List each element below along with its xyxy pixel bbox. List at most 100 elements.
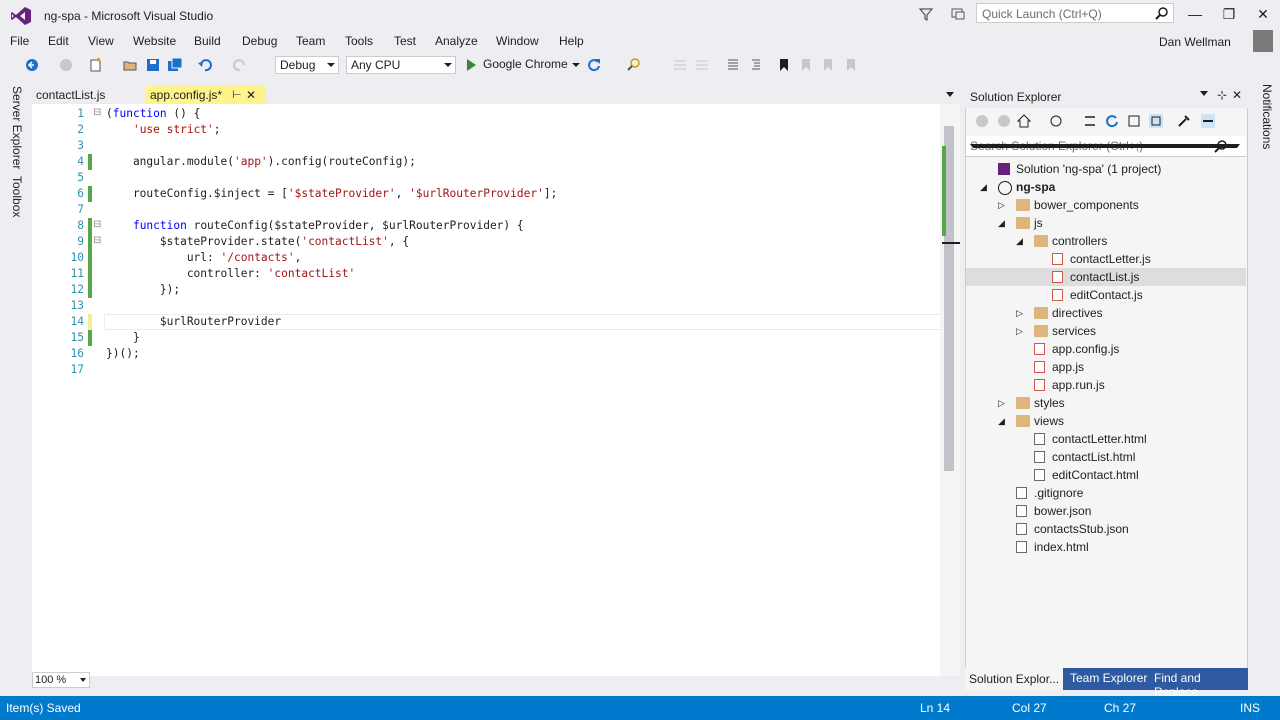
- back-icon[interactable]: [974, 113, 990, 129]
- indent-icon[interactable]: [746, 57, 762, 73]
- code-line[interactable]: 9 $stateProvider.state('contactList', {: [32, 234, 942, 250]
- code-line[interactable]: 12 });: [32, 282, 942, 298]
- minimize-icon[interactable]: —: [1184, 6, 1206, 22]
- code-line[interactable]: 10 url: '/contacts',: [32, 250, 942, 266]
- code-line[interactable]: 15 }: [32, 330, 942, 346]
- code-line[interactable]: 17: [32, 362, 942, 378]
- tree-item[interactable]: editContact.html: [966, 466, 1246, 484]
- close-tab-icon[interactable]: ✕: [246, 86, 256, 104]
- menu-help[interactable]: Help: [559, 34, 584, 48]
- outline-collapse-icon[interactable]: ⊟: [93, 107, 101, 118]
- toolbox-tab[interactable]: Toolbox: [10, 176, 24, 217]
- code-line[interactable]: 4 angular.module('app').config(routeConf…: [32, 154, 942, 170]
- tree-item[interactable]: contactsStub.json: [966, 520, 1246, 538]
- server-explorer-tab[interactable]: Server Explorer: [10, 86, 24, 169]
- tab-overflow-icon[interactable]: [946, 92, 954, 97]
- tree-item[interactable]: index.html: [966, 538, 1246, 556]
- code-line[interactable]: 2 'use strict';: [32, 122, 942, 138]
- preview-icon[interactable]: [1200, 113, 1216, 129]
- refresh-icon[interactable]: [586, 57, 602, 73]
- tree-item[interactable]: ▷ services: [966, 322, 1246, 340]
- tree-item[interactable]: ▷ styles: [966, 394, 1246, 412]
- tree-item[interactable]: contactList.html: [966, 448, 1246, 466]
- tree-item[interactable]: contactLetter.js: [966, 250, 1246, 268]
- outline-collapse-icon[interactable]: ⊟: [93, 235, 101, 246]
- show-all-files-icon[interactable]: [1148, 113, 1164, 129]
- comment-icon[interactable]: [672, 57, 688, 73]
- feedback-icon[interactable]: [950, 6, 966, 22]
- tree-item[interactable]: contactList.js: [966, 268, 1246, 286]
- tree-item[interactable]: app.run.js: [966, 376, 1246, 394]
- collapsed-arrow-icon[interactable]: ▷: [1016, 322, 1023, 340]
- chevron-down-icon[interactable]: [572, 63, 580, 67]
- tree-item[interactable]: ▷ directives: [966, 304, 1246, 322]
- tab-team-explorer[interactable]: Team Explorer: [1070, 671, 1147, 685]
- tree-item[interactable]: editContact.js: [966, 286, 1246, 304]
- bookmark-icon[interactable]: [776, 57, 792, 73]
- clear-bookmarks-icon[interactable]: [843, 57, 859, 73]
- expanded-arrow-icon[interactable]: ◢: [1016, 232, 1023, 250]
- menu-analyze[interactable]: Analyze: [435, 34, 478, 48]
- menu-window[interactable]: Window: [496, 34, 539, 48]
- avatar[interactable]: [1253, 30, 1273, 52]
- tree-item[interactable]: ◢ controllers: [966, 232, 1246, 250]
- tree-item[interactable]: ◢ views: [966, 412, 1246, 430]
- menu-test[interactable]: Test: [394, 34, 416, 48]
- solution-explorer-search-input[interactable]: Search Solution Explorer (Ctrl+;): [966, 136, 1246, 157]
- back-icon[interactable]: [24, 57, 40, 73]
- play-icon[interactable]: [463, 57, 479, 73]
- tree-item[interactable]: .gitignore: [966, 484, 1246, 502]
- tab-find-and-replace[interactable]: Find and Replace: [1154, 671, 1248, 699]
- open-file-icon[interactable]: [122, 57, 138, 73]
- zoom-select[interactable]: 100 %: [32, 672, 90, 688]
- menu-edit[interactable]: Edit: [48, 34, 69, 48]
- refresh-icon[interactable]: [1104, 113, 1120, 129]
- chevron-down-icon[interactable]: [970, 144, 1240, 148]
- save-icon[interactable]: [145, 57, 161, 73]
- solution-configuration-select[interactable]: Debug: [275, 56, 339, 74]
- code-line[interactable]: 5: [32, 170, 942, 186]
- user-name[interactable]: Dan Wellman: [1159, 35, 1250, 49]
- code-line[interactable]: 8 function routeConfig($stateProvider, $…: [32, 218, 942, 234]
- menu-team[interactable]: Team: [296, 34, 325, 48]
- restore-icon[interactable]: ❐: [1218, 6, 1240, 22]
- expanded-arrow-icon[interactable]: ◢: [998, 214, 1005, 232]
- tree-item[interactable]: ◢ js: [966, 214, 1246, 232]
- collapsed-arrow-icon[interactable]: ▷: [998, 196, 1005, 214]
- tab-contactlist-js[interactable]: contactList.js: [32, 86, 109, 104]
- uncomment-icon[interactable]: [694, 57, 710, 73]
- filter-icon[interactable]: [918, 6, 934, 22]
- menu-view[interactable]: View: [88, 34, 114, 48]
- outdent-icon[interactable]: [724, 57, 740, 73]
- sync-icon[interactable]: [1082, 113, 1098, 129]
- redo-icon[interactable]: [232, 57, 248, 73]
- close-icon[interactable]: ✕: [1232, 88, 1242, 102]
- menu-tools[interactable]: Tools: [345, 34, 373, 48]
- code-line[interactable]: 16})();: [32, 346, 942, 362]
- menu-website[interactable]: Website: [133, 34, 176, 48]
- code-line[interactable]: 6 routeConfig.$inject = ['$stateProvider…: [32, 186, 942, 202]
- tab-app-config-js[interactable]: app.config.js* ⊢ ✕: [146, 86, 266, 104]
- collapsed-arrow-icon[interactable]: ▷: [998, 394, 1005, 412]
- tree-item[interactable]: ◢ ng-spa: [966, 178, 1246, 196]
- properties-icon[interactable]: [1176, 113, 1192, 129]
- pin-icon[interactable]: ⊹: [1217, 88, 1227, 102]
- tree-item[interactable]: app.config.js: [966, 340, 1246, 358]
- pin-icon[interactable]: ⊢: [232, 86, 242, 104]
- notifications-tab[interactable]: Notifications: [1260, 84, 1274, 149]
- start-debugging-button[interactable]: Google Chrome: [483, 57, 568, 71]
- next-bookmark-icon[interactable]: [820, 57, 836, 73]
- menu-debug[interactable]: Debug: [242, 34, 277, 48]
- code-line[interactable]: 1 (function () {: [32, 106, 942, 122]
- code-editor[interactable]: 1 (function () {2 'use strict'; 3 4 angular…: [32, 104, 960, 676]
- menu-build[interactable]: Build: [194, 34, 221, 48]
- code-line[interactable]: 11 controller: 'contactList': [32, 266, 942, 282]
- tree-item[interactable]: bower.json: [966, 502, 1246, 520]
- collapse-all-icon[interactable]: [1126, 113, 1142, 129]
- pending-changes-filter-icon[interactable]: [1048, 113, 1064, 129]
- quick-launch-input[interactable]: Quick Launch (Ctrl+Q): [976, 3, 1174, 23]
- home-icon[interactable]: [1016, 113, 1032, 129]
- forward-icon[interactable]: [996, 113, 1012, 129]
- tree-item[interactable]: Solution 'ng-spa' (1 project): [966, 160, 1246, 178]
- tree-item[interactable]: contactLetter.html: [966, 430, 1246, 448]
